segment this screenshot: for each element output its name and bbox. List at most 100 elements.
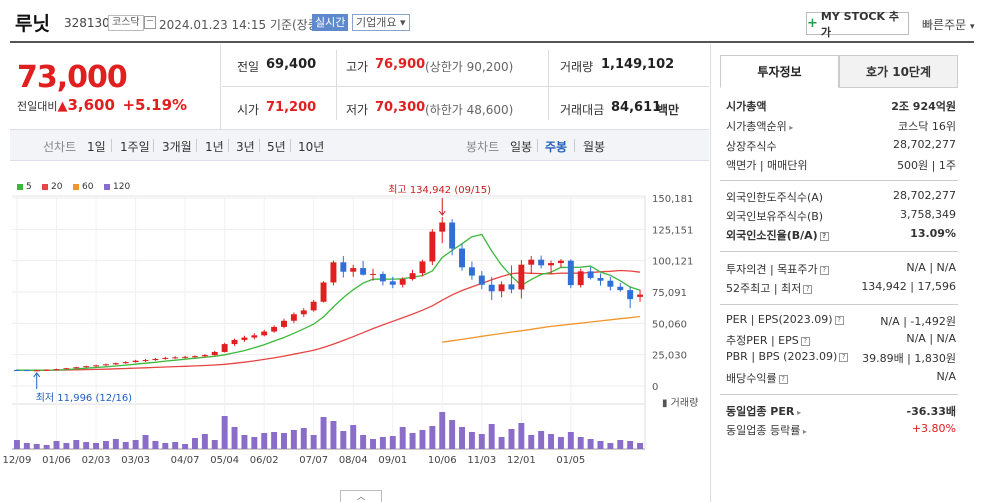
tab-orderbook[interactable]: 호가 10단계 xyxy=(839,55,958,88)
volume-bar xyxy=(122,442,129,449)
candle-body xyxy=(538,259,545,266)
open-value: 71,200 xyxy=(266,100,317,115)
candle-body xyxy=(528,259,535,265)
quick-order-button[interactable]: 빠른주문 ▾ xyxy=(922,16,975,33)
candle-body xyxy=(33,370,40,372)
candle-weekly[interactable]: 주봉 xyxy=(545,138,567,155)
info-label: PBR | BPS (2023.09)? xyxy=(726,350,849,363)
candle-body xyxy=(73,367,80,369)
volume-bar xyxy=(607,443,614,449)
candle-body xyxy=(13,369,20,371)
info-label-text: 외국인소진율(B/A) xyxy=(726,229,818,242)
period-1w[interactable]: 1주일 xyxy=(120,138,150,155)
y-tick-label: 125,151 xyxy=(652,225,693,236)
volume-bar xyxy=(33,444,40,449)
volume-bar xyxy=(439,412,446,449)
help-icon[interactable]: ? xyxy=(778,374,788,384)
x-tick-label: 09/01 xyxy=(378,455,407,466)
info-value: 2조 924억원 xyxy=(891,100,956,113)
candle-daily[interactable]: 일봉 xyxy=(510,138,532,155)
stock-name: 루닛 xyxy=(15,13,50,35)
divider xyxy=(720,251,958,252)
info-label: 액면가 | 매매단위 xyxy=(726,159,808,172)
separator xyxy=(196,139,197,152)
info-label: 추정PER | EPS? xyxy=(726,332,810,348)
header-divider xyxy=(10,41,974,43)
trade-amount-label: 거래대금 xyxy=(560,103,605,117)
chevron-down-icon: ▾ xyxy=(970,22,975,32)
help-icon[interactable]: ? xyxy=(834,315,844,325)
x-tick-label: 02/03 xyxy=(82,455,111,466)
info-row: 상장주식수 28,702,277 xyxy=(726,138,956,156)
candle-body xyxy=(310,301,317,311)
candle-chart-label: 봉차트 xyxy=(466,140,500,154)
volume-bar xyxy=(459,427,465,449)
stock-code: 328130 xyxy=(64,16,110,30)
period-3y[interactable]: 3년 xyxy=(236,138,255,155)
candle-body xyxy=(557,260,564,264)
collapse-toggle-button[interactable]: ︿ xyxy=(340,490,382,502)
candle-body xyxy=(112,363,119,365)
separator xyxy=(537,139,538,152)
separator xyxy=(153,139,154,152)
candle-body xyxy=(211,351,218,356)
info-label: PER | EPS(2023.09)? xyxy=(726,313,844,326)
help-icon[interactable]: ? xyxy=(819,265,829,275)
moving-averages xyxy=(16,233,641,371)
tab-investment-info[interactable]: 투자정보 xyxy=(720,55,839,88)
help-icon[interactable]: ? xyxy=(839,352,849,362)
company-overview-label: 기업개요 xyxy=(356,16,397,29)
separator xyxy=(290,139,291,152)
volume-bar xyxy=(637,443,644,449)
candle-body xyxy=(577,271,584,286)
candle-body xyxy=(221,344,228,352)
divider xyxy=(720,394,958,395)
market-badge: 코스닥 xyxy=(108,15,144,31)
help-icon[interactable]: ? xyxy=(803,284,813,294)
candle-body xyxy=(468,267,475,276)
candle-body xyxy=(201,355,208,357)
info-value: 3,758,349 xyxy=(900,208,956,221)
info-value: N/A xyxy=(936,370,956,383)
chevron-right-icon: ▸ xyxy=(800,427,807,436)
candle-monthly[interactable]: 월봉 xyxy=(583,138,605,155)
info-label[interactable]: 시가총액순위 ▸ xyxy=(726,118,793,134)
volume-bar xyxy=(83,442,90,449)
period-1d[interactable]: 1일 xyxy=(87,138,106,155)
candle-body xyxy=(439,222,446,232)
candle-body xyxy=(102,364,109,366)
stock-chart[interactable]: ▮ 거래량 150,181 125,151 100,121 75,091 50,060 2… xyxy=(0,162,709,502)
volume-bar xyxy=(192,438,198,449)
info-label[interactable]: 동일업종 등락률 ▸ xyxy=(726,422,807,438)
info-value: N/A | N/A xyxy=(906,332,956,345)
period-3m[interactable]: 3개월 xyxy=(162,138,192,155)
candle-body xyxy=(281,320,287,327)
realtime-button[interactable]: 실시간 xyxy=(312,14,349,31)
info-label[interactable]: 동일업종 PER ▸ xyxy=(726,403,801,419)
info-row: 외국인보유주식수(B) 3,758,349 xyxy=(726,208,956,226)
volume-bar xyxy=(112,439,119,449)
info-label: 52주최고 | 최저? xyxy=(726,280,813,296)
mystock-add-button[interactable]: + MY STOCK 추가 xyxy=(806,10,909,39)
volume-bar xyxy=(538,431,545,449)
volume-bar xyxy=(23,443,30,449)
period-1y[interactable]: 1년 xyxy=(205,138,224,155)
info-row: 시가총액순위 ▸ 코스닥 16위 xyxy=(726,118,956,136)
company-overview-button[interactable]: 기업개요 ▾ xyxy=(352,14,410,31)
candle-body xyxy=(508,284,515,290)
candle-body xyxy=(172,357,179,359)
help-icon[interactable]: ? xyxy=(800,336,810,346)
candle-body xyxy=(370,273,376,275)
x-tick-label: 07/07 xyxy=(299,455,328,466)
period-10y[interactable]: 10년 xyxy=(298,138,324,155)
info-label-text: 동일업종 등락률 xyxy=(726,424,801,437)
separator xyxy=(259,139,260,152)
x-tick-label: 12/09 xyxy=(3,455,32,466)
volume-bar xyxy=(132,440,139,449)
price-change: 전일대비▲3,600 +5.19% xyxy=(17,96,187,114)
help-icon[interactable]: ? xyxy=(819,231,829,241)
candle-body xyxy=(241,337,248,340)
change-label: 전일대비 xyxy=(17,100,58,113)
period-5y[interactable]: 5년 xyxy=(267,138,286,155)
info-row: PBR | BPS (2023.09)? 39.89배 | 1,830원 xyxy=(726,350,956,368)
